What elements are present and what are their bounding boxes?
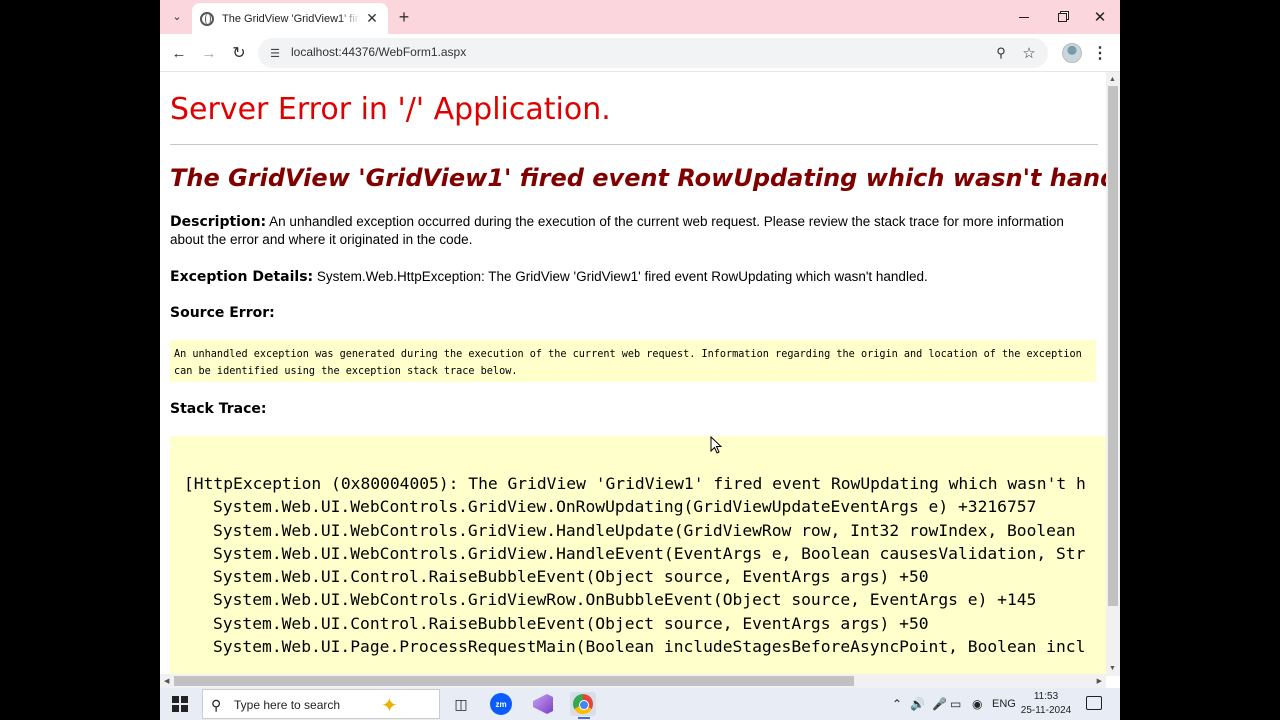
network-icon[interactable]: ▭	[950, 697, 961, 711]
system-clock[interactable]: 11:53 25-11-2024	[1018, 690, 1074, 718]
stack-trace-line: System.Web.UI.WebControls.GridView.Handl…	[213, 520, 1076, 540]
input-language[interactable]: ENG	[992, 698, 1016, 710]
scroll-down-icon[interactable]: ▼	[1109, 665, 1116, 672]
chevron-down-icon[interactable]: ⌄	[166, 5, 188, 27]
stack-trace-heading: Stack Trace:	[170, 401, 267, 417]
minimize-button[interactable]	[1010, 7, 1038, 27]
taskbar: ⚲ Type here to search ✦ ◫ zm ⌃ 🔊 🎤 ▭ ◉ E…	[160, 688, 1120, 720]
active-app-indicator	[578, 717, 590, 719]
maximize-button[interactable]	[1048, 7, 1076, 27]
window-close-button[interactable]: ✕	[1086, 7, 1114, 27]
description-label: Description:	[170, 214, 267, 230]
star-icon[interactable]: ☆	[1020, 44, 1038, 62]
profile-avatar[interactable]	[1062, 43, 1082, 63]
exception-details-text: System.Web.HttpException: The GridView '…	[316, 269, 928, 284]
scroll-up-icon[interactable]: ▲	[1109, 76, 1116, 83]
stack-trace-box: [HttpException (0x80004005): The GridVie…	[170, 436, 1106, 676]
chrome-icon[interactable]	[570, 692, 596, 716]
vertical-scrollbar[interactable]: ▲ ▼	[1106, 72, 1120, 676]
stack-trace-line: System.Web.UI.WebControls.GridView.OnRow…	[213, 497, 1037, 517]
zoom-icon[interactable]: ⚲	[992, 44, 1010, 62]
search-icon: ⚲	[211, 697, 222, 713]
stack-trace-line: System.Web.UI.Control.RaiseBubbleEvent(O…	[213, 613, 929, 633]
horizontal-scroll-thumb[interactable]	[174, 676, 854, 686]
reload-icon[interactable]: ↻	[228, 42, 250, 64]
horizontal-scrollbar[interactable]: ◀ ▶	[160, 674, 1106, 688]
arrow-right-icon[interactable]: →	[198, 42, 220, 64]
mouse-cursor-icon	[710, 436, 722, 454]
zoom-app-icon[interactable]: zm	[488, 692, 514, 716]
plus-icon[interactable]: +	[394, 7, 414, 27]
stack-trace-line: System.Web.UI.WebControls.GridView.Handl…	[213, 543, 1086, 563]
address-bar[interactable]: ☰ localhost:44376/WebForm1.aspx ⚲ ☆	[258, 38, 1048, 68]
zoom-app-label: zm	[490, 693, 512, 715]
source-error-box: An unhandled exception was generated dur…	[170, 340, 1096, 382]
stack-trace-line: System.Web.UI.Control.RaiseBubbleEvent(O…	[213, 567, 929, 587]
speaker-icon[interactable]: 🔊	[910, 697, 925, 711]
camera-icon[interactable]: ◉	[972, 697, 982, 711]
title-divider	[170, 144, 1098, 145]
error-heading: The GridView 'GridView1' fired event Row…	[170, 164, 1106, 192]
browser-window: ⌄ The GridView 'GridView1' fired event R…	[160, 0, 1120, 688]
stack-trace-line: [HttpException (0x80004005): The GridVie…	[184, 474, 1086, 493]
page-title: Server Error in '/' Application.	[170, 92, 611, 127]
source-error-heading: Source Error:	[170, 305, 275, 321]
globe-icon	[200, 11, 214, 26]
task-view-icon[interactable]: ◫	[448, 692, 474, 716]
browser-toolbar: ← → ↻ ☰ localhost:44376/WebForm1.aspx ⚲ …	[160, 34, 1120, 72]
url-text[interactable]: localhost:44376/WebForm1.aspx	[291, 45, 466, 59]
exception-details-paragraph: Exception Details: System.Web.HttpExcept…	[170, 268, 1100, 286]
clock-time: 11:53	[1033, 691, 1059, 702]
taskbar-search-box[interactable]: ⚲ Type here to search ✦	[202, 689, 440, 719]
stack-trace-line: System.Web.UI.WebControls.GridViewRow.On…	[213, 590, 1037, 610]
tune-icon[interactable]: ☰	[268, 46, 282, 60]
tab-strip: ⌄ The GridView 'GridView1' fired event R…	[160, 0, 1120, 34]
page-viewport: Server Error in '/' Application. The Gri…	[160, 72, 1106, 676]
arrow-left-icon[interactable]: ←	[168, 42, 190, 64]
notification-icon[interactable]	[1086, 696, 1102, 710]
active-tab[interactable]: The GridView 'GridView1' fired event Row…	[192, 3, 388, 34]
clock-date: 25-11-2024	[1020, 705, 1072, 716]
desktop-screen: ⌄ The GridView 'GridView1' fired event R…	[0, 0, 1280, 720]
taskbar-search-placeholder[interactable]: Type here to search	[234, 698, 340, 712]
scroll-right-icon[interactable]: ▶	[1097, 677, 1102, 685]
exception-details-label: Exception Details:	[170, 269, 314, 285]
scroll-left-icon[interactable]: ◀	[164, 677, 169, 685]
windows-start-icon[interactable]	[172, 696, 188, 712]
close-icon[interactable]: ✕	[364, 10, 380, 27]
visual-studio-icon[interactable]	[530, 692, 556, 716]
chevron-up-icon[interactable]: ⌃	[892, 697, 902, 711]
more-vert-icon[interactable]: ⋮	[1092, 43, 1108, 63]
microphone-icon[interactable]: 🎤	[932, 697, 947, 711]
tab-title: The GridView 'GridView1' fired event Row…	[222, 12, 360, 25]
stack-trace-line: System.Web.UI.Page.ProcessRequestMain(Bo…	[213, 637, 1086, 657]
description-text: An unhandled exception occurred during t…	[170, 214, 1064, 247]
description-paragraph: Description: An unhandled exception occu…	[170, 213, 1100, 249]
vertical-scroll-thumb[interactable]	[1108, 86, 1118, 606]
sparkle-icon: ✦	[381, 695, 398, 717]
